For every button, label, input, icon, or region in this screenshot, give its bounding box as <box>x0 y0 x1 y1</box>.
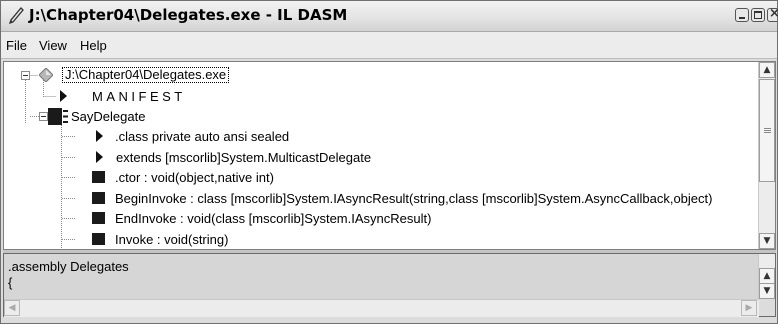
menu-help[interactable]: Help <box>80 38 107 53</box>
tree-node-member[interactable]: Invoke : void(string) <box>115 232 228 248</box>
close-icon[interactable] <box>767 6 778 22</box>
triangle-right-icon <box>96 130 103 142</box>
menu-view[interactable]: View <box>39 38 67 53</box>
maximize-icon[interactable] <box>751 8 765 22</box>
tree-node-manifest[interactable]: MANIFEST <box>92 89 186 105</box>
method-icon <box>92 212 105 224</box>
tree-node-class[interactable]: SayDelegate <box>71 109 145 125</box>
collapse-box-root <box>21 71 30 80</box>
scroll-up-button[interactable]: ▲ <box>759 62 775 78</box>
il-dasm-window: J:\Chapter04\Delegates.exe - IL DASM Fil… <box>0 0 778 324</box>
scrollbar-corner <box>759 299 775 316</box>
detail-line: .assembly Delegates <box>8 259 129 274</box>
scroll-thumb[interactable] <box>759 79 775 182</box>
detail-line: { <box>8 275 13 290</box>
method-icon <box>92 233 105 245</box>
triangle-right-icon <box>96 151 103 163</box>
tree-node-member[interactable]: extends [mscorlib]System.MulticastDelega… <box>116 150 371 166</box>
method-icon <box>92 192 105 204</box>
method-icon <box>92 171 105 183</box>
collapse-box-class <box>39 112 48 121</box>
assembly-diamond-icon <box>39 68 53 82</box>
minimize-icon[interactable] <box>735 8 749 22</box>
tree-node-member[interactable]: .ctor : void(object,native int) <box>115 170 274 186</box>
tree-node-member[interactable]: EndInvoke : void(class [mscorlib]System.… <box>115 211 431 227</box>
tree-node-member[interactable]: .class private auto ansi sealed <box>115 129 289 145</box>
detail-pane[interactable]: .assembly Delegates { ▲ ▼ ◀ ▶ <box>3 253 776 317</box>
scroll-up-button[interactable]: ▲ <box>759 268 775 284</box>
tree-node-root[interactable]: J:\Chapter04\Delegates.exe <box>62 67 230 83</box>
menu-file[interactable]: File <box>6 38 27 53</box>
scroll-right-button[interactable]: ▶ <box>741 300 757 316</box>
detail-vertical-scrollbar[interactable]: ▲ ▼ <box>758 254 775 299</box>
scroll-down-button[interactable]: ▼ <box>759 233 775 249</box>
tree-node-member[interactable]: BeginInvoke : class [mscorlib]System.IAs… <box>115 191 712 207</box>
title-bar[interactable]: J:\Chapter04\Delegates.exe - IL DASM <box>1 1 778 32</box>
scroll-left-button[interactable]: ◀ <box>4 300 20 316</box>
tree-view[interactable]: J:\Chapter04\Delegates.exe MANIFEST SayD… <box>3 61 776 250</box>
window-title: J:\Chapter04\Delegates.exe - IL DASM <box>29 6 348 24</box>
pencil-icon <box>8 7 24 25</box>
menu-bar: File View Help <box>1 32 777 59</box>
class-icon <box>48 108 68 125</box>
tree-vertical-scrollbar[interactable]: ▲ ▼ <box>758 62 775 249</box>
scroll-down-button[interactable]: ▼ <box>759 283 775 299</box>
triangle-right-icon <box>60 90 67 102</box>
detail-horizontal-scrollbar[interactable]: ◀ ▶ <box>4 299 759 317</box>
